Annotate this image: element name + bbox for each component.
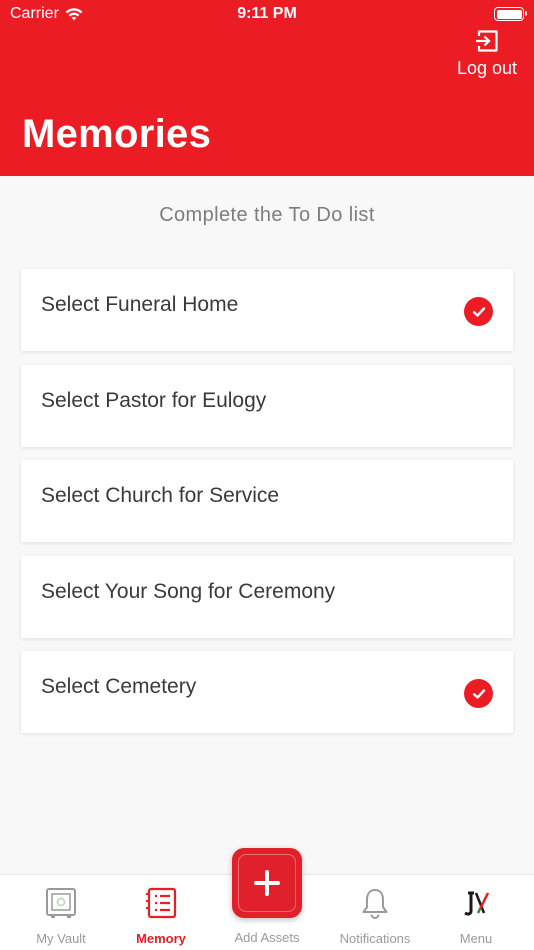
check-circle-icon xyxy=(464,297,493,326)
bell-icon xyxy=(362,889,388,919)
tab-label: My Vault xyxy=(36,931,86,946)
battery-icon xyxy=(494,7,527,21)
plus-icon xyxy=(254,870,280,896)
status-time: 9:11 PM xyxy=(237,5,297,22)
todo-item[interactable]: Select Pastor for Eulogy xyxy=(21,364,513,447)
brand-logo-icon xyxy=(464,891,490,916)
todo-item[interactable]: Select Church for Service xyxy=(21,460,513,542)
tab-memory[interactable]: Memory xyxy=(111,875,211,950)
todo-item[interactable]: Select Your Song for Ceremony xyxy=(21,555,513,638)
logout-label: Log out xyxy=(456,58,518,78)
todo-label: Select Church for Service xyxy=(41,484,280,507)
todo-item[interactable]: Select Cemetery xyxy=(21,651,513,733)
tab-label: Notifications xyxy=(339,931,411,946)
todo-label: Select Cemetery xyxy=(41,675,197,698)
add-assets-button[interactable] xyxy=(232,848,302,918)
tab-my-vault[interactable]: My Vault xyxy=(11,875,111,950)
check-circle-icon xyxy=(464,679,493,708)
tab-label-add-assets: Add Assets xyxy=(234,930,300,945)
todo-label: Select Pastor for Eulogy xyxy=(41,388,267,412)
memory-list-icon xyxy=(146,887,177,919)
todo-label: Select Your Song for Ceremony xyxy=(41,579,336,603)
tab-menu[interactable]: Menu xyxy=(426,875,526,950)
page-title: Memories xyxy=(22,112,212,156)
vault-icon xyxy=(46,888,76,918)
logout-icon xyxy=(476,30,498,52)
todo-label: Select Funeral Home xyxy=(41,293,239,316)
todo-list: Select Funeral Home Select Pastor for Eu… xyxy=(21,269,513,747)
tab-notifications[interactable]: Notifications xyxy=(325,875,425,950)
todo-subtitle: Complete the To Do list xyxy=(159,204,375,226)
todo-item[interactable]: Select Funeral Home xyxy=(21,269,513,351)
logout-button[interactable]: Log out xyxy=(454,28,520,79)
tab-label: Menu xyxy=(459,931,493,946)
status-bar: Carrier 9:11 PM xyxy=(0,0,534,30)
tab-label: Memory xyxy=(136,931,186,946)
header: Carrier 9:11 PM Log out Memories xyxy=(0,0,534,176)
